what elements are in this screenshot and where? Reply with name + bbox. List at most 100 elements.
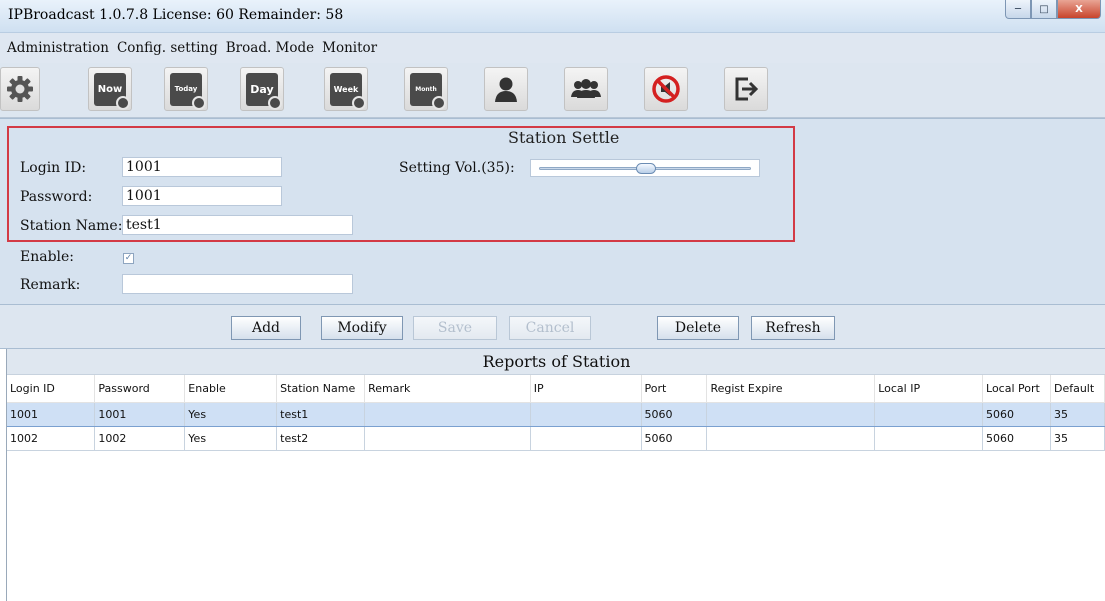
menu-broad-mode[interactable]: Broad. Mode — [226, 40, 314, 56]
table-cell — [874, 401, 984, 427]
gear-icon — [7, 76, 33, 102]
table-cell — [706, 426, 876, 451]
calendar-now-icon: Now — [94, 72, 130, 110]
mute-icon — [652, 75, 680, 103]
table-cell: 5060 — [982, 426, 1051, 451]
close-button[interactable]: X — [1057, 0, 1101, 19]
login-id-label: Login ID: — [20, 160, 87, 176]
enable-label: Enable: — [20, 249, 75, 265]
calendar-today-label: Today — [174, 85, 198, 93]
calendar-day-label: Day — [250, 82, 274, 96]
enable-checkbox[interactable]: ✓ — [123, 253, 134, 264]
save-button[interactable]: Save — [413, 316, 497, 340]
table-cell: 1001 — [7, 401, 96, 427]
cancel-button[interactable]: Cancel — [509, 316, 591, 340]
station-settle-title: Station Settle — [508, 128, 620, 147]
menu-monitor[interactable]: Monitor — [322, 40, 377, 56]
reports-title: Reports of Station — [7, 349, 1105, 375]
column-header[interactable]: Login ID — [7, 375, 96, 403]
month-schedule-button[interactable]: Month — [404, 67, 448, 111]
remark-field[interactable] — [122, 274, 353, 294]
table-cell: test1 — [276, 401, 366, 427]
table-cell: 1002 — [94, 426, 186, 451]
modify-button[interactable]: Modify — [321, 316, 403, 340]
table-cell — [364, 401, 531, 427]
column-header[interactable]: IP — [530, 375, 642, 403]
maximize-button[interactable]: □ — [1031, 0, 1057, 19]
column-header[interactable]: Default — [1050, 375, 1105, 403]
toolbar: Now Today Day Week Month — [0, 63, 1105, 118]
exit-button[interactable] — [724, 67, 768, 111]
calendar-month-icon: Month — [410, 72, 446, 110]
table-cell — [530, 426, 642, 451]
column-header[interactable]: Local Port — [982, 375, 1051, 403]
password-field[interactable]: 1001 — [122, 186, 282, 206]
table-cell: 5060 — [982, 401, 1051, 427]
column-header[interactable]: Station Name — [276, 375, 366, 403]
menu-bar: Administration Config. setting Broad. Mo… — [0, 33, 1105, 63]
volume-slider-thumb[interactable] — [636, 163, 656, 174]
station-settle-panel: Station Settle Login ID: 1001 Password: … — [0, 118, 1105, 305]
column-header[interactable]: Remark — [364, 375, 531, 403]
add-button[interactable]: Add — [231, 316, 301, 340]
remark-label: Remark: — [20, 277, 81, 293]
refresh-button[interactable]: Refresh — [751, 316, 835, 340]
minimize-button[interactable]: ─ — [1005, 0, 1031, 19]
station-name-label: Station Name: — [20, 218, 123, 234]
menu-administration[interactable]: Administration — [7, 40, 109, 56]
menu-config-setting[interactable]: Config. setting — [117, 40, 218, 56]
table-cell — [364, 426, 531, 451]
table-cell: 5060 — [641, 426, 708, 451]
table-cell: 1002 — [7, 426, 96, 451]
week-schedule-button[interactable]: Week — [324, 67, 368, 111]
table-cell — [530, 401, 642, 427]
reports-table: Login ID Password Enable Station Name Re… — [7, 375, 1105, 451]
title-bar: IPBroadcast 1.0.7.8 License: 60 Remainde… — [0, 0, 1105, 33]
calendar-month-label: Month — [415, 85, 437, 93]
user-icon — [495, 77, 517, 102]
login-id-field[interactable]: 1001 — [122, 157, 282, 177]
station-name-field[interactable]: test1 — [122, 215, 353, 235]
reports-panel: Reports of Station Login ID Password Ena… — [6, 349, 1105, 601]
calendar-week-icon: Week — [330, 72, 366, 110]
table-row[interactable]: 1002 1002 Yes test2 5060 5060 35 — [7, 426, 1105, 451]
today-schedule-button[interactable]: Today — [164, 67, 208, 111]
table-cell — [874, 426, 984, 451]
setting-volume-label: Setting Vol.(35): — [399, 160, 515, 176]
group-button[interactable] — [564, 67, 608, 111]
now-schedule-button[interactable]: Now — [88, 67, 132, 111]
day-schedule-button[interactable]: Day — [240, 67, 284, 111]
table-cell: Yes — [184, 426, 278, 451]
volume-slider[interactable] — [530, 159, 760, 177]
minimize-icon: ─ — [1014, 3, 1022, 15]
column-header[interactable]: Local IP — [874, 375, 984, 403]
delete-button[interactable]: Delete — [657, 316, 739, 340]
maximize-icon: □ — [1039, 3, 1049, 15]
window-controls: ─ □ X — [1005, 0, 1101, 20]
table-cell: test2 — [276, 426, 366, 451]
mute-button[interactable] — [644, 67, 688, 111]
group-icon — [571, 79, 601, 98]
user-button[interactable] — [484, 67, 528, 111]
table-cell: 1001 — [94, 401, 186, 427]
calendar-today-icon: Today — [170, 72, 206, 110]
column-header[interactable]: Password — [94, 375, 186, 403]
table-cell — [706, 401, 876, 427]
settings-button[interactable] — [0, 67, 40, 111]
password-label: Password: — [20, 189, 93, 205]
close-icon: X — [1075, 3, 1083, 15]
table-row[interactable]: 1001 1001 Yes test1 5060 5060 35 — [7, 401, 1105, 427]
column-header[interactable]: Enable — [184, 375, 278, 403]
column-header[interactable]: Port — [641, 375, 708, 403]
calendar-now-label: Now — [97, 83, 123, 95]
window-title: IPBroadcast 1.0.7.8 License: 60 Remainde… — [8, 7, 344, 23]
table-cell: 5060 — [641, 401, 708, 427]
table-cell: 35 — [1050, 401, 1105, 427]
column-header[interactable]: Regist Expire — [706, 375, 876, 403]
table-header-row: Login ID Password Enable Station Name Re… — [7, 375, 1105, 403]
action-button-bar: Add Modify Save Cancel Delete Refresh — [0, 305, 1105, 349]
exit-icon — [735, 77, 759, 101]
calendar-week-label: Week — [333, 84, 359, 94]
calendar-day-icon: Day — [246, 72, 282, 110]
table-cell: 35 — [1050, 426, 1105, 451]
